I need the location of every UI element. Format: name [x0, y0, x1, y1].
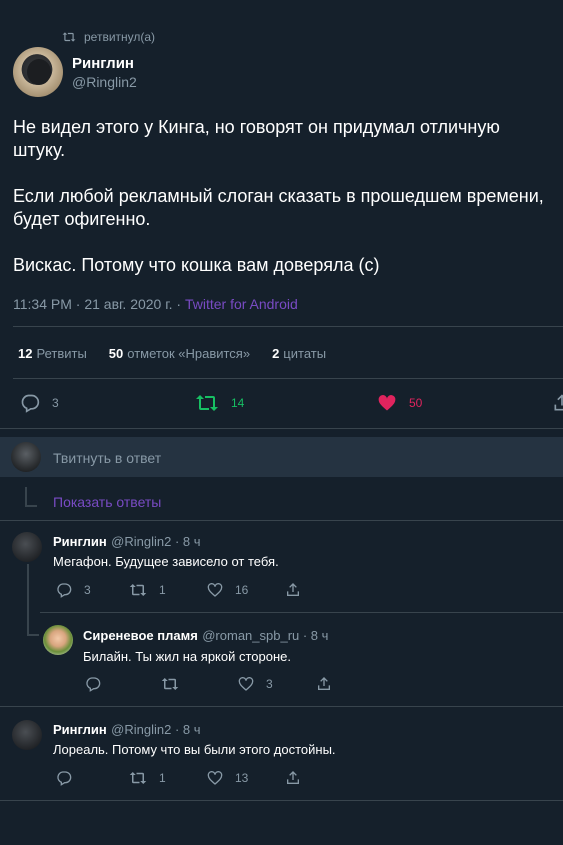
- comment-avatar[interactable]: [12, 532, 42, 562]
- comment-reply-button[interactable]: [85, 676, 113, 692]
- divider: [13, 326, 563, 327]
- comment-header: Ринглин @Ringlin2 · 8 ч: [53, 721, 201, 739]
- comment-author-handle[interactable]: @roman_spb_ru · 8 ч: [202, 628, 328, 643]
- comment-retweet-button[interactable]: [161, 676, 191, 692]
- reply-icon: [56, 770, 72, 786]
- comment-share-button[interactable]: [285, 582, 301, 598]
- share-icon: [285, 582, 301, 598]
- heart-icon: [207, 582, 223, 598]
- comment-retweet-count: 1: [159, 583, 166, 597]
- retweet-icon: [62, 31, 76, 43]
- current-user-avatar: [11, 442, 41, 472]
- divider: [0, 520, 563, 521]
- quotes-stat[interactable]: 2 цитаты: [272, 346, 326, 361]
- comment-header: Ринглин @Ringlin2 · 8 ч: [53, 533, 201, 551]
- share-button[interactable]: [552, 393, 563, 413]
- like-count: 50: [409, 396, 423, 410]
- like-button[interactable]: 50: [377, 393, 422, 413]
- thread-connector: [25, 505, 37, 507]
- comment-avatar[interactable]: [12, 720, 42, 750]
- divider: [0, 428, 563, 429]
- comment-author-handle[interactable]: @Ringlin2 · 8 ч: [111, 722, 200, 737]
- reply-icon: [56, 582, 72, 598]
- comment-like-count: 16: [235, 583, 249, 597]
- thread-connector: [25, 487, 27, 507]
- comment-reply-button[interactable]: 3: [56, 582, 91, 598]
- comment-text: Билайн. Ты жил на яркой стороне.: [83, 649, 291, 664]
- reply-icon: [85, 676, 101, 692]
- show-replies-link[interactable]: Показать ответы: [53, 494, 161, 510]
- comment-like-button[interactable]: 13: [207, 770, 248, 786]
- comment-action-bar: 3 1 16: [0, 582, 563, 600]
- retweet-icon: [195, 393, 219, 413]
- comment-retweet-button[interactable]: 1: [129, 582, 166, 598]
- reply-button[interactable]: 3: [20, 393, 59, 413]
- author-avatar[interactable]: [13, 47, 63, 97]
- retweet-header: ретвитнул(а): [62, 30, 155, 44]
- comment-reply-count: 3: [84, 583, 91, 597]
- thread-connector: [27, 634, 39, 636]
- author-name[interactable]: Ринглин: [72, 55, 134, 72]
- divider: [13, 378, 563, 379]
- retweet-icon: [129, 770, 147, 786]
- comment-action-bar: 3: [0, 676, 563, 694]
- retweet-icon: [161, 676, 179, 692]
- comment-author-name[interactable]: Ринглин: [53, 534, 107, 549]
- retweet-header-label: ретвитнул(а): [84, 30, 156, 44]
- comment-text: Мегафон. Будущее зависело от тебя.: [53, 554, 279, 569]
- heart-icon: [238, 676, 254, 692]
- comment-share-button[interactable]: [316, 676, 332, 692]
- comment-reply-button[interactable]: [56, 770, 84, 786]
- comment-author-name[interactable]: Сиреневое пламя: [83, 628, 198, 643]
- reply-count: 3: [52, 396, 59, 410]
- reply-icon: [20, 393, 40, 413]
- comment-avatar[interactable]: [43, 625, 73, 655]
- comment-like-button[interactable]: 16: [207, 582, 248, 598]
- author-handle[interactable]: @Ringlin2: [72, 74, 137, 90]
- tweet-timestamp[interactable]: 11:34 PM · 21 авг. 2020 г. ·: [13, 296, 185, 312]
- comment-author-name[interactable]: Ринглин: [53, 722, 107, 737]
- likes-stat[interactable]: 50 отметок «Нравится»: [109, 346, 250, 361]
- comment-retweet-button[interactable]: 1: [129, 770, 166, 786]
- share-icon: [316, 676, 332, 692]
- retweet-button[interactable]: 14: [195, 393, 244, 413]
- share-icon: [552, 393, 563, 413]
- comment-text: Лореаль. Потому что вы были этого достой…: [53, 742, 336, 757]
- heart-icon: [207, 770, 223, 786]
- tweet-stats: 12 Ретвиты 50 отметок «Нравится» 2 цитаты: [18, 346, 326, 361]
- comment-like-count: 13: [235, 771, 249, 785]
- comment-action-bar: 1 13: [0, 770, 563, 788]
- retweets-stat[interactable]: 12 Ретвиты: [18, 346, 87, 361]
- tweet-action-bar: 3 14 50: [0, 393, 563, 417]
- divider: [0, 800, 563, 801]
- heart-filled-icon: [377, 393, 397, 413]
- share-icon: [285, 770, 301, 786]
- divider: [40, 612, 563, 613]
- comment-retweet-count: 1: [159, 771, 166, 785]
- comment-share-button[interactable]: [285, 770, 301, 786]
- retweet-icon: [129, 582, 147, 598]
- comment-header: Сиреневое пламя @roman_spb_ru · 8 ч: [83, 627, 328, 645]
- thread-connector: [27, 564, 29, 636]
- tweet-meta: 11:34 PM · 21 авг. 2020 г. · Twitter for…: [13, 296, 298, 312]
- comment-like-button[interactable]: 3: [238, 676, 273, 692]
- tweet-source-link[interactable]: Twitter for Android: [185, 296, 298, 312]
- comment-like-count: 3: [266, 677, 273, 691]
- reply-input[interactable]: Твитнуть в ответ: [53, 450, 161, 466]
- retweet-count: 14: [231, 396, 245, 410]
- tweet-text: Не видел этого у Кинга, но говорят он пр…: [13, 117, 544, 275]
- divider: [0, 706, 563, 707]
- comment-author-handle[interactable]: @Ringlin2 · 8 ч: [111, 534, 200, 549]
